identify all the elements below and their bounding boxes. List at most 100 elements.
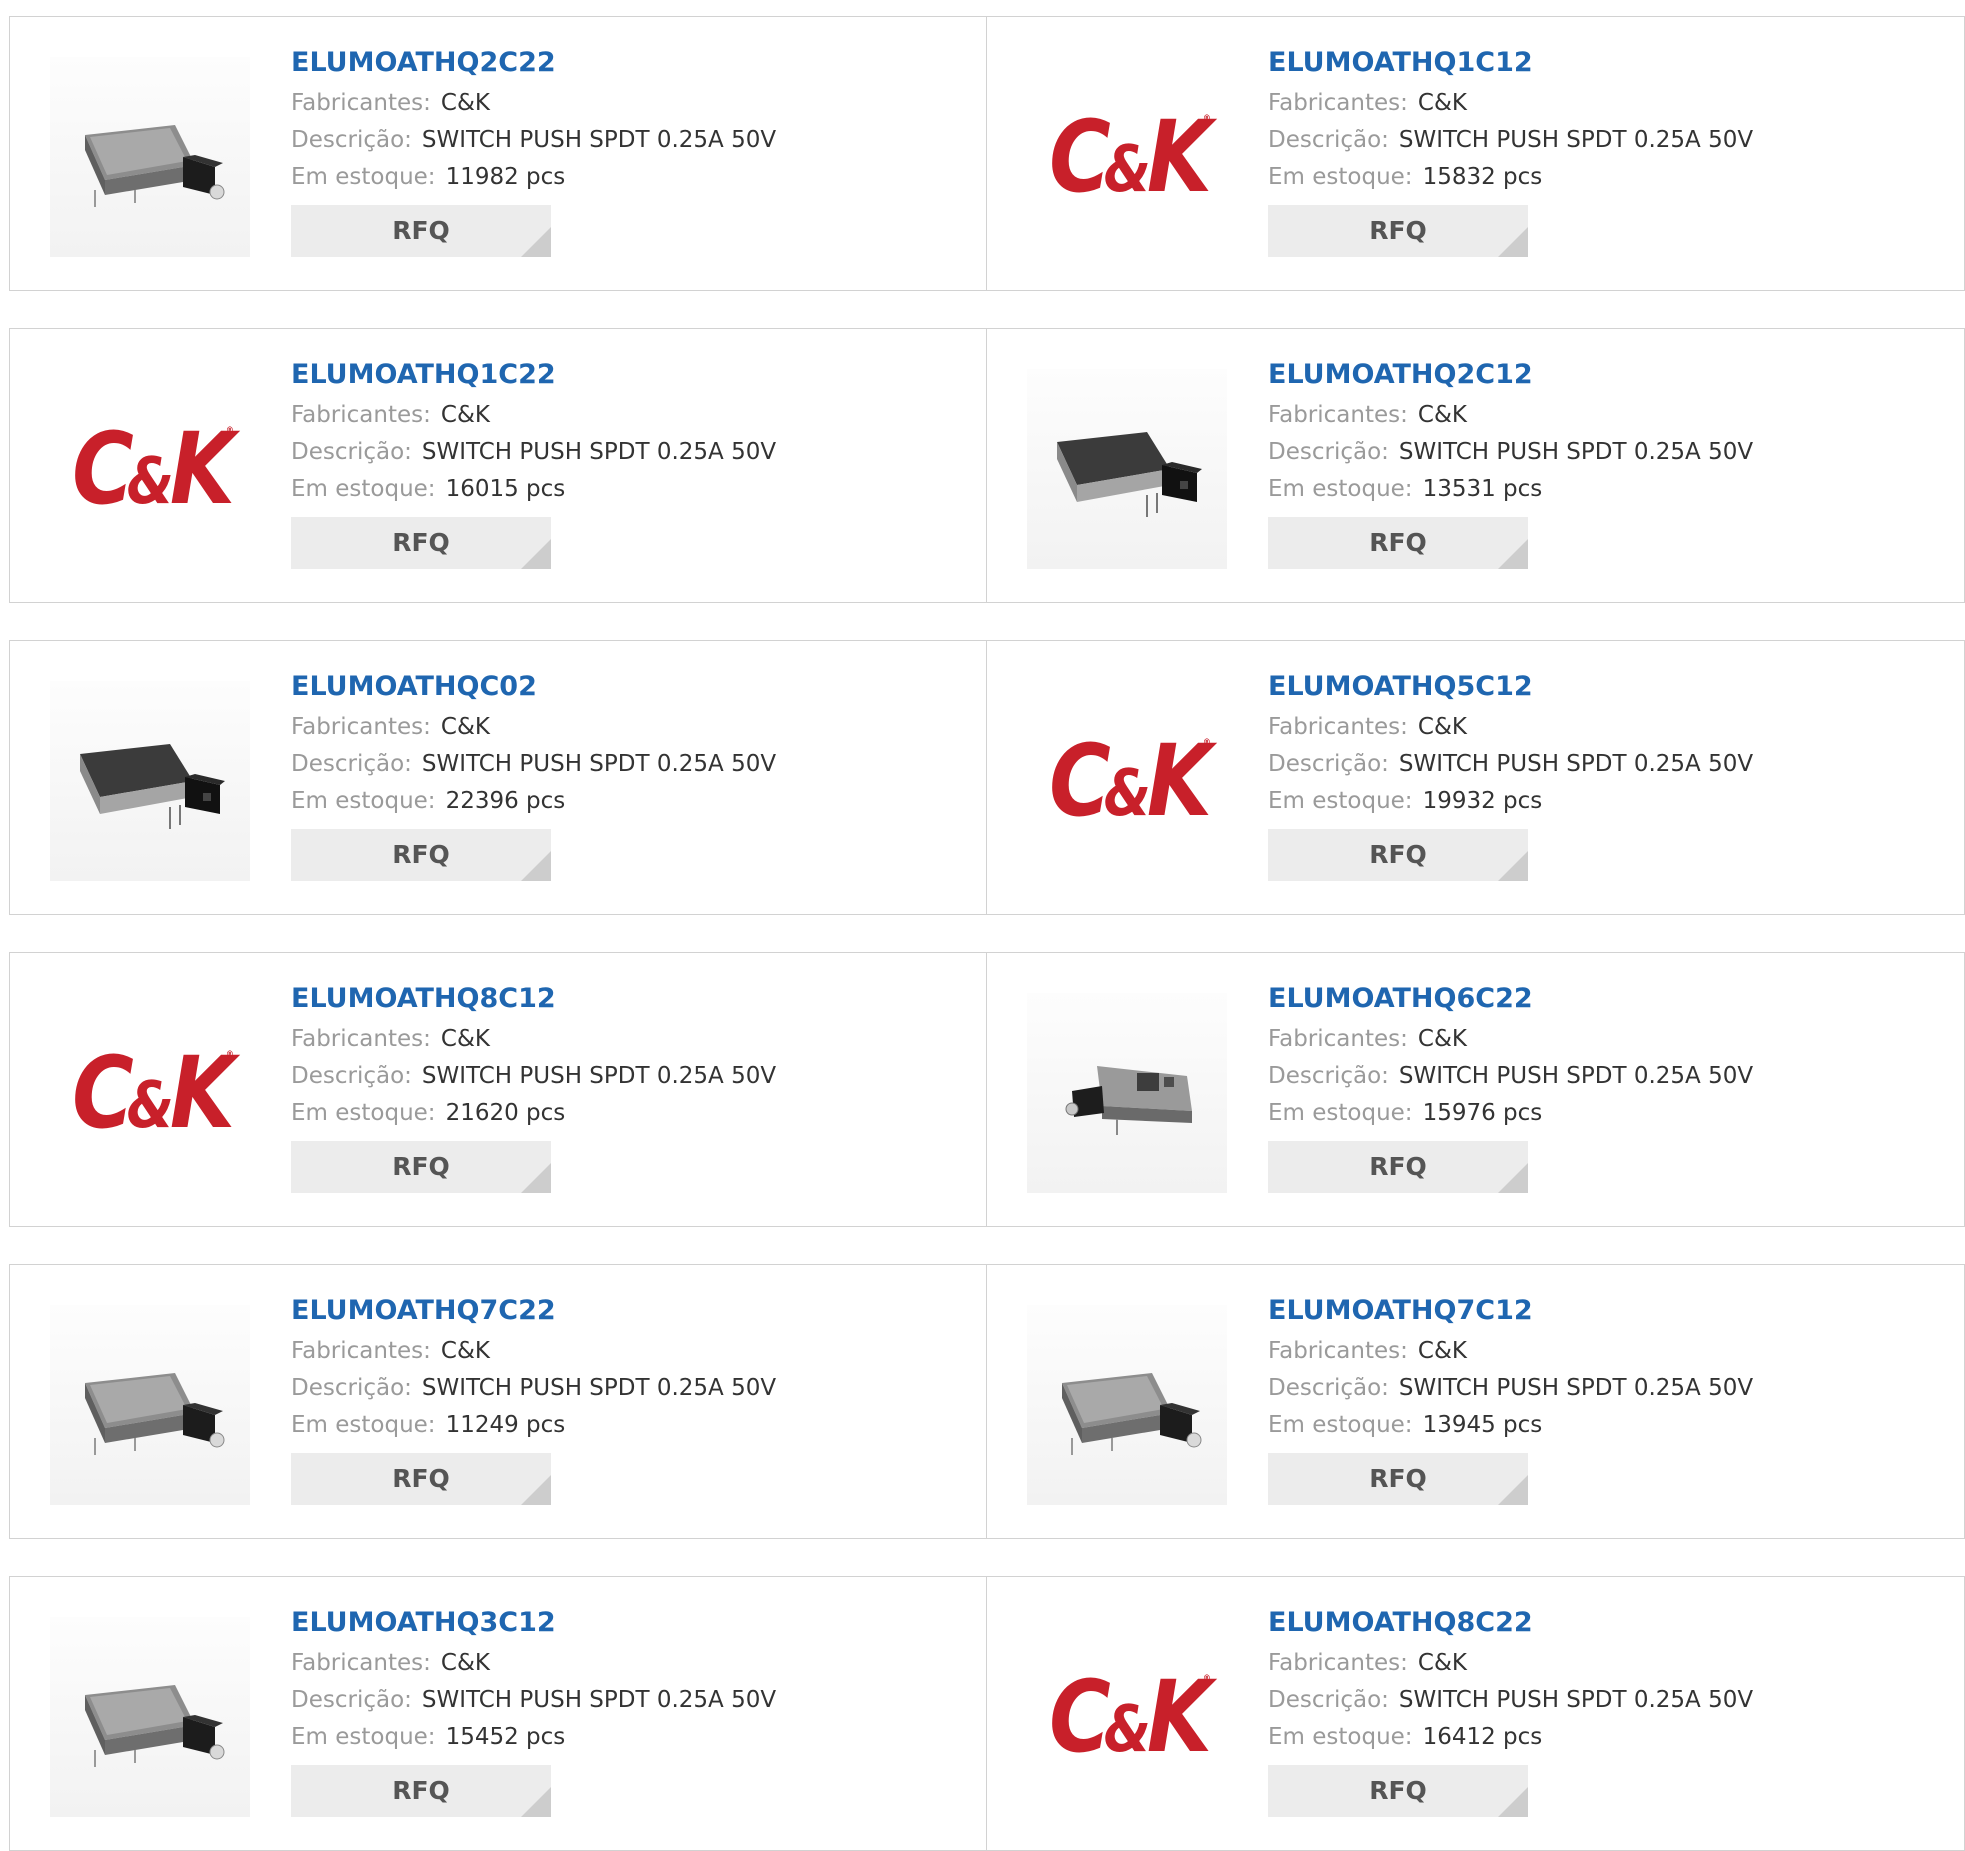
description-label: Descrição: bbox=[1268, 439, 1389, 465]
description-row: Descrição: SWITCH PUSH SPDT 0.25A 50V bbox=[291, 1370, 776, 1407]
product-info: ELUMOATHQC02 Fabricantes: C&K Descrição: SWI… bbox=[291, 669, 776, 881]
rfq-label: RFQ bbox=[1369, 840, 1427, 869]
description-label: Descrição: bbox=[1268, 1063, 1389, 1089]
corner-triangle-icon bbox=[521, 1475, 551, 1505]
corner-triangle-icon bbox=[1498, 1163, 1528, 1193]
product-image[interactable] bbox=[1027, 993, 1227, 1193]
product-image[interactable]: C&K ® bbox=[1027, 57, 1227, 257]
description-label: Descrição: bbox=[291, 1687, 412, 1713]
rfq-button[interactable]: RFQ bbox=[291, 1453, 551, 1505]
description-value: SWITCH PUSH SPDT 0.25A 50V bbox=[1398, 1687, 1754, 1713]
corner-triangle-icon bbox=[521, 1787, 551, 1817]
part-number-link[interactable]: ELUMOATHQ2C12 bbox=[1268, 357, 1753, 393]
rfq-button[interactable]: RFQ bbox=[291, 517, 551, 569]
description-label: Descrição: bbox=[291, 1063, 412, 1089]
product-image[interactable] bbox=[50, 57, 250, 257]
part-number-link[interactable]: ELUMOATHQC02 bbox=[291, 669, 776, 705]
manufacturer-label: Fabricantes: bbox=[291, 1026, 431, 1052]
stock-label: Em estoque: bbox=[291, 476, 436, 502]
corner-triangle-icon bbox=[521, 227, 551, 257]
product-card: ELUMOATHQC02 Fabricantes: C&K Descrição: SWI… bbox=[9, 640, 987, 915]
manufacturer-label: Fabricantes: bbox=[291, 1338, 431, 1364]
rfq-button[interactable]: RFQ bbox=[1268, 1765, 1528, 1817]
product-info: ELUMOATHQ7C12 Fabricantes: C&K Descrição: SW… bbox=[1268, 1293, 1753, 1505]
rfq-label: RFQ bbox=[392, 216, 450, 245]
stock-row: Em estoque: 13531 pcs bbox=[1268, 471, 1753, 508]
description-row: Descrição: SWITCH PUSH SPDT 0.25A 50V bbox=[291, 746, 776, 783]
product-image[interactable] bbox=[50, 1305, 250, 1505]
product-image[interactable] bbox=[1027, 369, 1227, 569]
stock-row: Em estoque: 16015 pcs bbox=[291, 471, 776, 508]
part-number-link[interactable]: ELUMOATHQ2C22 bbox=[291, 45, 776, 81]
rfq-button[interactable]: RFQ bbox=[291, 829, 551, 881]
product-card: ELUMOATHQ3C12 Fabricantes: C&K Descrição: SW… bbox=[9, 1576, 987, 1851]
product-image[interactable]: C&K ® bbox=[50, 369, 250, 569]
part-number-link[interactable]: ELUMOATHQ7C22 bbox=[291, 1293, 776, 1329]
description-value: SWITCH PUSH SPDT 0.25A 50V bbox=[421, 439, 777, 465]
corner-triangle-icon bbox=[521, 539, 551, 569]
rfq-label: RFQ bbox=[392, 1464, 450, 1493]
corner-triangle-icon bbox=[1498, 227, 1528, 257]
rfq-label: RFQ bbox=[392, 840, 450, 869]
product-image[interactable]: C&K ® bbox=[1027, 1617, 1227, 1817]
stock-value: 16412 pcs bbox=[1422, 1724, 1543, 1750]
product-image[interactable]: C&K ® bbox=[50, 993, 250, 1193]
ck-logo-icon: C&K ® bbox=[1049, 99, 1212, 215]
part-number-link[interactable]: ELUMOATHQ8C22 bbox=[1268, 1605, 1753, 1641]
manufacturer-value: C&K bbox=[1417, 714, 1467, 740]
description-row: Descrição: SWITCH PUSH SPDT 0.25A 50V bbox=[1268, 1682, 1753, 1719]
rfq-label: RFQ bbox=[1369, 1152, 1427, 1181]
part-number-link[interactable]: ELUMOATHQ6C22 bbox=[1268, 981, 1753, 1017]
stock-label: Em estoque: bbox=[291, 164, 436, 190]
product-info: ELUMOATHQ8C22 Fabricantes: C&K Descrição: SW… bbox=[1268, 1605, 1753, 1817]
stock-label: Em estoque: bbox=[1268, 788, 1413, 814]
product-image[interactable] bbox=[50, 1617, 250, 1817]
product-image[interactable] bbox=[50, 681, 250, 881]
description-value: SWITCH PUSH SPDT 0.25A 50V bbox=[421, 751, 777, 777]
rfq-button[interactable]: RFQ bbox=[1268, 1453, 1528, 1505]
product-info: ELUMOATHQ2C22 Fabricantes: C&K Descrição: SW… bbox=[291, 45, 776, 257]
stock-label: Em estoque: bbox=[1268, 164, 1413, 190]
manufacturer-label: Fabricantes: bbox=[1268, 1026, 1408, 1052]
manufacturer-label: Fabricantes: bbox=[1268, 90, 1408, 116]
manufacturer-value: C&K bbox=[1417, 402, 1467, 428]
rfq-button[interactable]: RFQ bbox=[291, 205, 551, 257]
corner-triangle-icon bbox=[1498, 1475, 1528, 1505]
ck-logo-icon: C&K ® bbox=[72, 1035, 235, 1151]
manufacturer-row: Fabricantes: C&K bbox=[291, 1645, 776, 1682]
rfq-button[interactable]: RFQ bbox=[1268, 1141, 1528, 1193]
description-label: Descrição: bbox=[291, 439, 412, 465]
push-switch-photo-icon bbox=[65, 95, 235, 219]
rfq-label: RFQ bbox=[1369, 216, 1427, 245]
stock-value: 22396 pcs bbox=[445, 788, 566, 814]
stock-label: Em estoque: bbox=[291, 1412, 436, 1438]
part-number-link[interactable]: ELUMOATHQ3C12 bbox=[291, 1605, 776, 1641]
rfq-button[interactable]: RFQ bbox=[291, 1141, 551, 1193]
rfq-label: RFQ bbox=[1369, 528, 1427, 557]
product-card: C&K ® ELUMOATHQ1C12 Fabricantes: C&K Descriçã… bbox=[987, 16, 1965, 291]
manufacturer-row: Fabricantes: C&K bbox=[1268, 1021, 1753, 1058]
part-number-link[interactable]: ELUMOATHQ5C12 bbox=[1268, 669, 1753, 705]
product-image[interactable]: C&K ® bbox=[1027, 681, 1227, 881]
rfq-button[interactable]: RFQ bbox=[1268, 205, 1528, 257]
part-number-link[interactable]: ELUMOATHQ1C12 bbox=[1268, 45, 1753, 81]
rfq-button[interactable]: RFQ bbox=[1268, 517, 1528, 569]
description-label: Descrição: bbox=[291, 127, 412, 153]
rfq-button[interactable]: RFQ bbox=[291, 1765, 551, 1817]
manufacturer-value: C&K bbox=[440, 90, 490, 116]
stock-value: 11982 pcs bbox=[445, 164, 566, 190]
part-number-link[interactable]: ELUMOATHQ8C12 bbox=[291, 981, 776, 1017]
part-number-link[interactable]: ELUMOATHQ7C12 bbox=[1268, 1293, 1753, 1329]
description-value: SWITCH PUSH SPDT 0.25A 50V bbox=[1398, 751, 1754, 777]
product-image[interactable] bbox=[1027, 1305, 1227, 1505]
description-value: SWITCH PUSH SPDT 0.25A 50V bbox=[421, 1063, 777, 1089]
manufacturer-value: C&K bbox=[440, 1026, 490, 1052]
manufacturer-label: Fabricantes: bbox=[1268, 1650, 1408, 1676]
rfq-button[interactable]: RFQ bbox=[1268, 829, 1528, 881]
description-row: Descrição: SWITCH PUSH SPDT 0.25A 50V bbox=[291, 1058, 776, 1095]
product-card: C&K ® ELUMOATHQ8C22 Fabricantes: C&K Descriçã… bbox=[987, 1576, 1965, 1851]
stock-row: Em estoque: 21620 pcs bbox=[291, 1095, 776, 1132]
manufacturer-value: C&K bbox=[1417, 1026, 1467, 1052]
product-card: C&K ® ELUMOATHQ1C22 Fabricantes: C&K Descriçã… bbox=[9, 328, 987, 603]
part-number-link[interactable]: ELUMOATHQ1C22 bbox=[291, 357, 776, 393]
